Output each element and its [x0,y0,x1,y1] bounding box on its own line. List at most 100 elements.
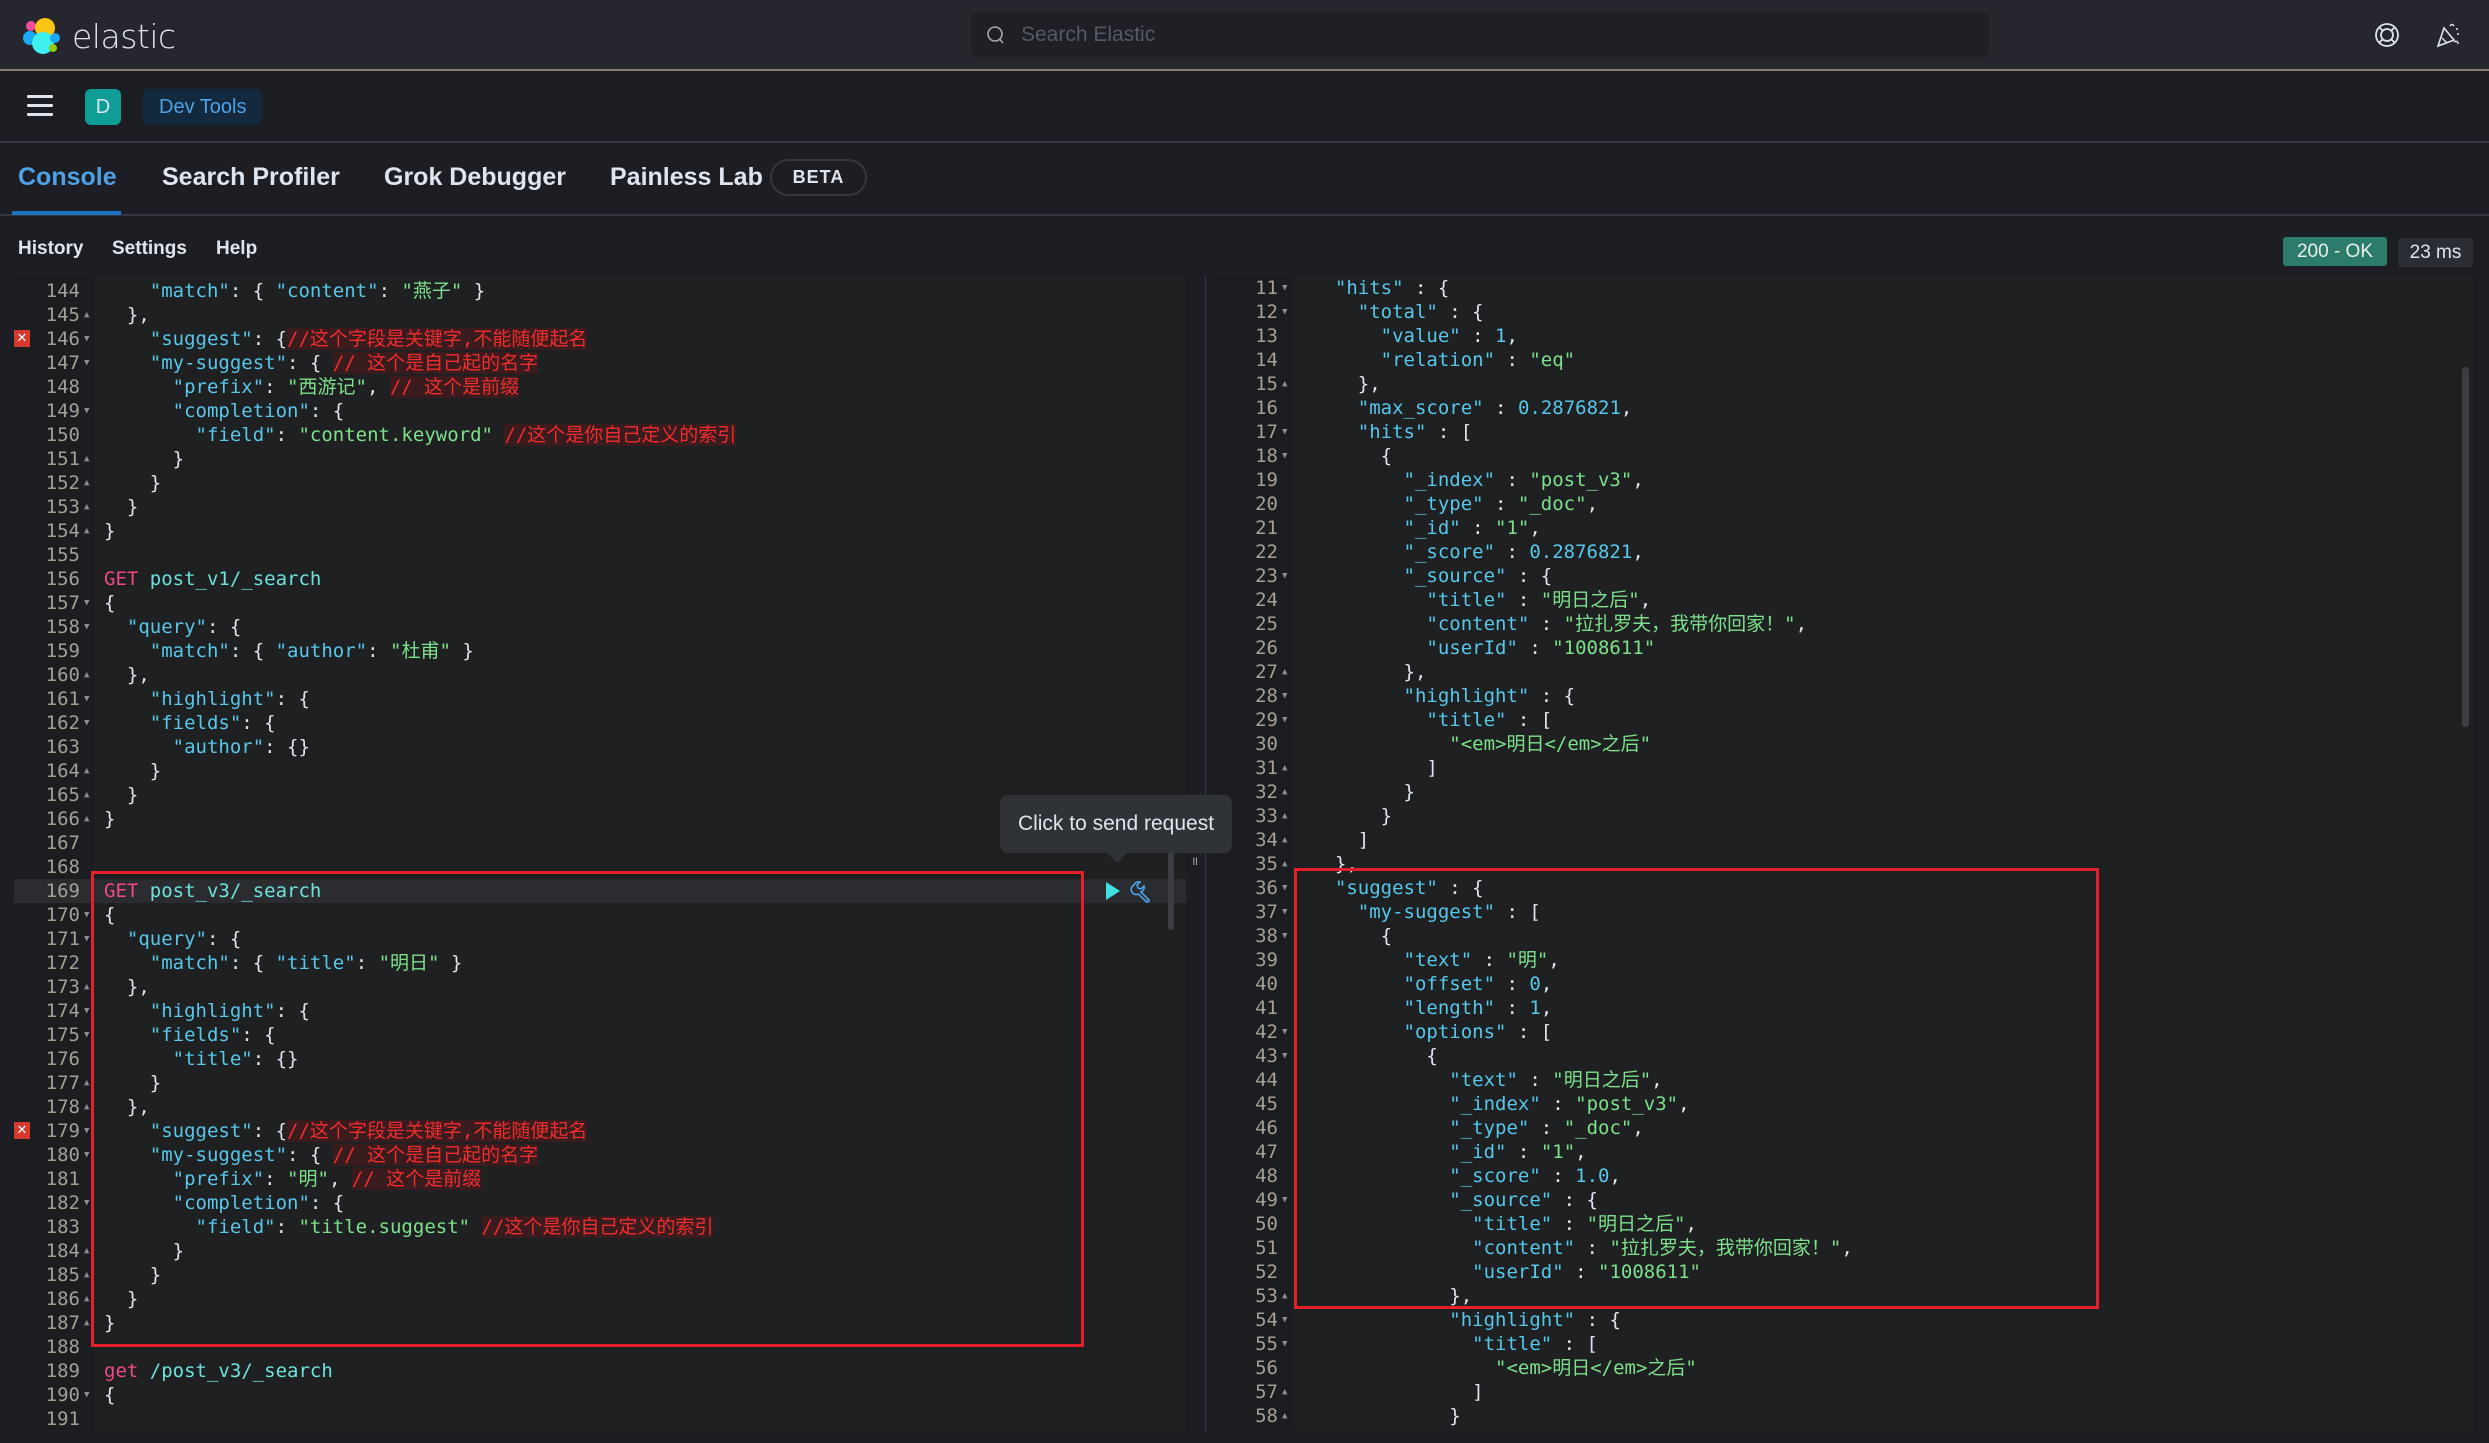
fold-expand-icon[interactable]: ▲ [84,447,94,471]
newsfeed-party-icon[interactable] [2432,20,2462,50]
code-line[interactable]: 52 "userId" : "1008611" [1212,1260,2474,1284]
fold-expand-icon[interactable]: ▲ [1282,1404,1292,1428]
fold-expand-icon[interactable]: ▲ [84,1263,94,1287]
fold-collapse-icon[interactable]: ▼ [84,1383,94,1407]
code-line[interactable]: 158 ▼ "query": { [14,615,1186,639]
code-line[interactable]: 43 ▼ { [1212,1044,2474,1068]
code-line[interactable]: 49 ▼ "_source" : { [1212,1188,2474,1212]
code-line[interactable]: 160 ▲ }, [14,663,1186,687]
code-line[interactable]: 188 [14,1335,1186,1359]
code-line[interactable]: 44 "text" : "明日之后", [1212,1068,2474,1092]
fold-collapse-icon[interactable]: ▼ [84,903,94,927]
fold-expand-icon[interactable]: ▲ [84,1071,94,1095]
code-line[interactable]: 45 "_index" : "post_v3", [1212,1092,2474,1116]
space-avatar[interactable]: D [85,89,121,125]
code-line[interactable]: 34 ▲ ] [1212,828,2474,852]
code-line[interactable]: 177 ▲ } [14,1071,1186,1095]
code-line[interactable]: 183 "field": "title.suggest" //这个是你自己定义的… [14,1215,1186,1239]
global-search[interactable] [970,12,1990,58]
code-line[interactable]: 176 "title": {} [14,1047,1186,1071]
code-line[interactable]: 40 "offset" : 0, [1212,972,2474,996]
code-line[interactable]: 161 ▼ "highlight": { [14,687,1186,711]
fold-collapse-icon[interactable]: ▼ [84,327,94,351]
code-line[interactable]: 39 "text" : "明", [1212,948,2474,972]
fold-collapse-icon[interactable]: ▼ [84,1119,94,1143]
fold-collapse-icon[interactable]: ▼ [1282,276,1292,300]
elastic-logo[interactable]: elastic [22,16,176,56]
code-line[interactable]: 147 ▼ "my-suggest": { // 这个是自己起的名字 [14,351,1186,375]
breadcrumb-dev-tools[interactable]: Dev Tools [143,89,263,125]
code-line[interactable]: 54 ▼ "highlight" : { [1212,1308,2474,1332]
fold-expand-icon[interactable]: ▲ [1282,660,1292,684]
code-line[interactable]: 38 ▼ { [1212,924,2474,948]
code-line[interactable]: 51 "content" : "拉扎罗夫，我带你回家！", [1212,1236,2474,1260]
code-line[interactable]: 181 "prefix": "明", // 这个是前缀 [14,1167,1186,1191]
code-line[interactable]: 53 ▲ }, [1212,1284,2474,1308]
code-line[interactable]: 189 get /post_v3/_search [14,1359,1186,1383]
code-line[interactable]: 145 ▲ }, [14,303,1186,327]
fold-collapse-icon[interactable]: ▼ [84,687,94,711]
fold-collapse-icon[interactable]: ▼ [1282,924,1292,948]
fold-collapse-icon[interactable]: ▼ [84,1191,94,1215]
code-line[interactable]: 173 ▲ }, [14,975,1186,999]
code-line[interactable]: 36 ▼ "suggest" : { [1212,876,2474,900]
fold-expand-icon[interactable]: ▲ [1282,780,1292,804]
resize-handle-icon[interactable]: ॥ [1191,852,1198,869]
fold-collapse-icon[interactable]: ▼ [84,615,94,639]
code-line[interactable]: 186 ▲ } [14,1287,1186,1311]
code-line[interactable]: 187 ▲} [14,1311,1186,1335]
code-line[interactable]: 16 "max_score" : 0.2876821, [1212,396,2474,420]
menu-toggle-button[interactable] [27,95,53,117]
fold-collapse-icon[interactable]: ▼ [84,399,94,423]
code-line[interactable]: 170 ▼ { [14,903,1186,927]
code-line[interactable]: ✕ 146 ▼ "suggest": {//这个字段是关键字,不能随便起名 [14,327,1186,351]
fold-expand-icon[interactable]: ▲ [84,1311,94,1335]
request-options-wrench-icon[interactable] [1130,879,1154,903]
code-line[interactable]: 151 ▲ } [14,447,1186,471]
code-line[interactable]: 155 [14,543,1186,567]
code-line[interactable]: 42 ▼ "options" : [ [1212,1020,2474,1044]
code-line[interactable]: 148 "prefix": "西游记", // 这个是前缀 [14,375,1186,399]
fold-collapse-icon[interactable]: ▼ [1282,1020,1292,1044]
code-line[interactable]: 163 "author": {} [14,735,1186,759]
fold-expand-icon[interactable]: ▲ [84,1095,94,1119]
fold-collapse-icon[interactable]: ▼ [84,999,94,1023]
code-line[interactable]: 185 ▲ } [14,1263,1186,1287]
code-line[interactable]: 31 ▲ ] [1212,756,2474,780]
fold-expand-icon[interactable]: ▲ [84,975,94,999]
code-line[interactable]: 58 ▲ } [1212,1404,2474,1428]
fold-collapse-icon[interactable]: ▼ [1282,444,1292,468]
code-line[interactable]: 48 "_score" : 1.0, [1212,1164,2474,1188]
fold-expand-icon[interactable]: ▲ [84,1287,94,1311]
code-line[interactable]: 21 "_id" : "1", [1212,516,2474,540]
code-line[interactable]: 11 ▼ "hits" : { [1212,276,2474,300]
code-line[interactable]: 172 "match": { "title": "明日" } [14,951,1186,975]
code-line[interactable]: 144 "match": { "content": "燕子" } [14,279,1186,303]
fold-collapse-icon[interactable]: ▼ [84,927,94,951]
code-line[interactable]: 14 "relation" : "eq" [1212,348,2474,372]
code-line[interactable]: 154 ▲} [14,519,1186,543]
code-line[interactable]: 12 ▼ "total" : { [1212,300,2474,324]
code-line[interactable]: 35 ▲ }, [1212,852,2474,876]
code-line[interactable]: 164 ▲ } [14,759,1186,783]
code-line[interactable]: 47 "_id" : "1", [1212,1140,2474,1164]
fold-collapse-icon[interactable]: ▼ [1282,1044,1292,1068]
fold-expand-icon[interactable]: ▲ [1282,804,1292,828]
fold-collapse-icon[interactable]: ▼ [1282,300,1292,324]
code-line[interactable]: 149 ▼ "completion": { [14,399,1186,423]
fold-collapse-icon[interactable]: ▼ [1282,684,1292,708]
code-line[interactable]: 150 "field": "content.keyword" //这个是你自己定… [14,423,1186,447]
fold-expand-icon[interactable]: ▲ [84,495,94,519]
tab-console[interactable]: Console [18,163,117,192]
search-input[interactable] [1021,23,1821,47]
send-request-play-icon[interactable] [1104,880,1122,902]
fold-expand-icon[interactable]: ▲ [84,471,94,495]
code-line[interactable]: ✕ 179 ▼ "suggest": {//这个字段是关键字,不能随便起名 [14,1119,1186,1143]
tab-grok-debugger[interactable]: Grok Debugger [384,163,566,192]
code-line[interactable]: 156 GET post_v1/_search [14,567,1186,591]
tab-painless-lab[interactable]: Painless Lab [610,163,763,192]
code-line[interactable]: 23 ▼ "_source" : { [1212,564,2474,588]
fold-collapse-icon[interactable]: ▼ [1282,1188,1292,1212]
code-line[interactable]: 50 "title" : "明日之后", [1212,1212,2474,1236]
code-line[interactable]: 55 ▼ "title" : [ [1212,1332,2474,1356]
